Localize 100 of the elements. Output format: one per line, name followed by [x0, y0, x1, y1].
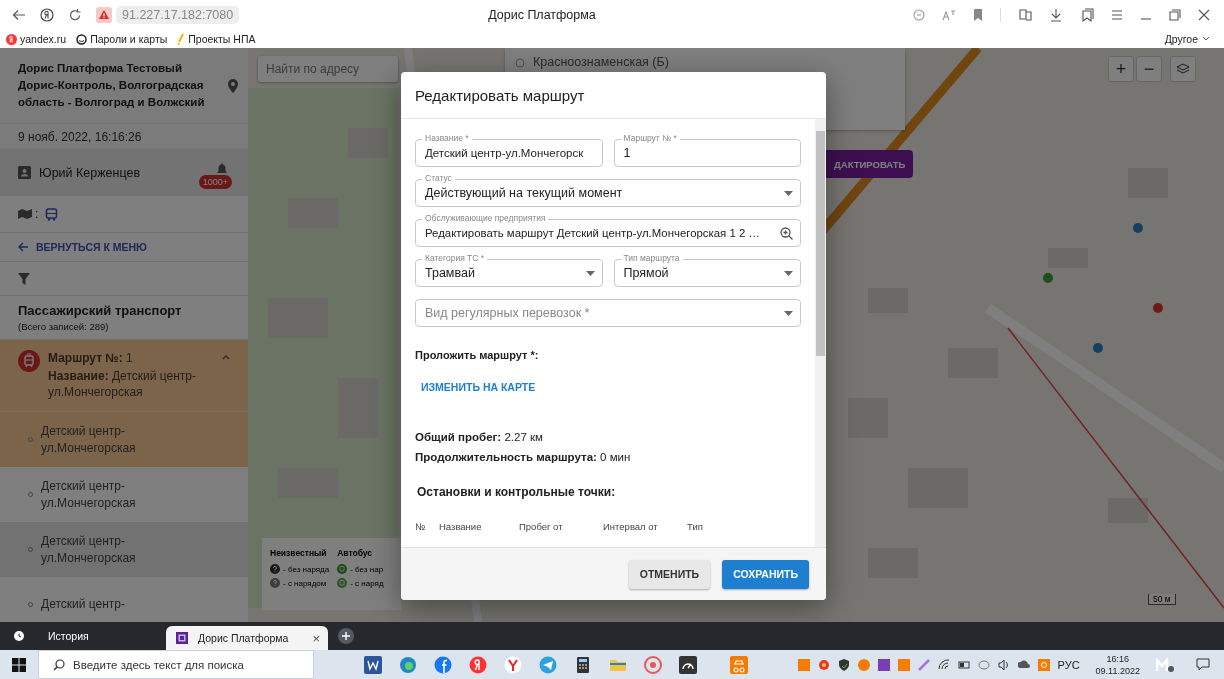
bookmark-icon[interactable]	[973, 9, 983, 21]
tray-icon[interactable]	[957, 658, 970, 671]
facebook-icon[interactable]	[434, 655, 452, 674]
history-link[interactable]: История	[48, 630, 89, 642]
stops-heading: Остановки и контрольные точки:	[417, 485, 617, 499]
clock-date[interactable]: 09.11.2022	[1095, 664, 1140, 677]
tray-icon[interactable]	[837, 658, 850, 671]
yandex-browser-icon[interactable]	[469, 655, 487, 674]
field-value: Детский центр-ул.Мончегорск	[425, 147, 585, 159]
zoom-out-button[interactable]: −	[1136, 56, 1162, 82]
edit-on-map-link[interactable]: ИЗМЕНИТЬ НА КАРТЕ	[421, 381, 536, 393]
user-card-icon	[18, 166, 31, 179]
tray-icon[interactable]	[997, 658, 1010, 671]
taskbar-search-field[interactable]: Введите здесь текст для поиска	[38, 650, 314, 679]
bookmark-link[interactable]: yandex.ru	[6, 33, 67, 45]
legend-label: - без нар	[350, 564, 384, 574]
bullet-icon	[28, 492, 33, 497]
field-label: Категория ТС *	[422, 253, 488, 264]
search-icon	[53, 658, 65, 671]
bookmark-link[interactable]: Пароли и карты	[76, 33, 168, 45]
back-icon[interactable]	[12, 8, 26, 22]
field-value: Действующий на текущий момент	[425, 186, 624, 200]
bell-icon[interactable]	[217, 163, 227, 175]
close-icon[interactable]	[1198, 9, 1210, 21]
bookmark-link[interactable]: Проекты НПА	[177, 33, 256, 45]
save-button[interactable]: СОХРАНИТЬ	[722, 559, 809, 589]
map-marker-icon[interactable]	[1093, 343, 1103, 353]
date-time: 9 нояб. 2022, 16:16:26	[18, 129, 142, 144]
app-icon	[176, 632, 188, 644]
tab-close-button[interactable]: ×	[312, 630, 320, 646]
calculator-icon[interactable]	[574, 655, 592, 674]
select-field[interactable]: Категория ТС * Трамвай	[415, 252, 603, 287]
map-marker-icon[interactable]	[1153, 303, 1163, 313]
zoom-in-search-icon[interactable]	[780, 226, 793, 240]
bookmarks-menu[interactable]: Другое	[1164, 33, 1198, 45]
filter-icon[interactable]	[18, 272, 30, 285]
edit-button[interactable]: ДАКТИРОВАТЬ	[826, 150, 914, 178]
map-icon[interactable]	[18, 208, 32, 220]
keyboard-language[interactable]: РУС	[1057, 658, 1080, 671]
browser-tab[interactable]: Дорис Платформа ×	[166, 626, 328, 650]
select-field[interactable]: Тип маршрута Прямой	[613, 252, 801, 287]
windows-icon[interactable]	[12, 657, 26, 672]
cards-icon[interactable]	[1018, 8, 1032, 22]
dialog-title: Редактировать маршрут	[415, 86, 585, 104]
search-field[interactable]: Обслуживающие предприятия Редактировать маршрут Детский центр-ул.Мончегорская 1 2 …	[415, 212, 801, 247]
incognito-icon[interactable]	[730, 655, 748, 674]
search-placeholder: Найти по адресу	[266, 62, 360, 76]
bus-icon[interactable]	[45, 207, 59, 221]
route-stat: Общий пробег: 2.27 км	[415, 431, 544, 443]
field-value: 1	[623, 146, 632, 160]
target-icon[interactable]	[644, 655, 662, 674]
organization-name: Дорис Платформа Тестовый Дорис-Контроль, Волгоградская область - Волгоград и Волжский	[18, 61, 206, 110]
yandex-icon[interactable]	[504, 655, 522, 674]
notification-icon[interactable]	[1196, 658, 1210, 671]
route-heading: Проложить маршрут *:	[415, 349, 540, 361]
reload-icon[interactable]	[68, 8, 82, 22]
records-count: (Всего записей: 289)	[18, 321, 109, 332]
back-arrow-icon	[18, 242, 28, 252]
map-marker-icon[interactable]	[1043, 273, 1053, 283]
field-value: Прямой	[623, 266, 670, 280]
history-icon[interactable]	[14, 631, 24, 641]
legend-label: - без наряда	[283, 564, 330, 574]
browser-logo-icon[interactable]	[40, 8, 54, 22]
notification-badge: 1000+	[198, 175, 232, 189]
restore-icon[interactable]	[1169, 9, 1181, 21]
download-icon[interactable]	[1049, 8, 1063, 22]
cancel-button[interactable]: ОТМЕНИТЬ	[628, 559, 711, 589]
map-marker-icon[interactable]	[1133, 223, 1143, 233]
tram-icon	[18, 350, 40, 372]
select-field[interactable]: Вид регулярных перевозок *	[415, 292, 801, 327]
column-header: Пробег от	[519, 521, 564, 532]
clock-time[interactable]: 16:16	[1106, 652, 1130, 665]
stop-item[interactable]: Детский центр-	[0, 577, 248, 622]
select-field[interactable]: Статус Действующий на текущий момент	[415, 172, 801, 207]
text-field[interactable]: Название * Детский центр-ул.Мончегорск	[415, 132, 603, 167]
zoom-in-button[interactable]: +	[1108, 56, 1134, 82]
chevron-up-icon[interactable]	[222, 354, 230, 360]
collections-icon[interactable]	[1080, 8, 1094, 22]
layers-icon[interactable]	[1176, 63, 1190, 75]
map-scale: 50 м	[1148, 594, 1176, 605]
telegram-icon[interactable]	[539, 655, 557, 674]
radio-icon[interactable]	[515, 58, 525, 68]
legend-label: - с наряд	[350, 578, 384, 588]
tray-icon[interactable]	[1017, 658, 1030, 671]
legend-title: Неизвестный	[270, 548, 328, 558]
word-icon[interactable]	[364, 655, 382, 674]
tray-icon[interactable]	[877, 658, 890, 671]
tray-icon[interactable]	[937, 658, 950, 671]
legend-title: Автобус	[337, 548, 374, 558]
stop-item[interactable]: Детский центр-ул.Мончегорская	[0, 467, 248, 522]
translate-icon[interactable]	[942, 9, 956, 21]
menu-icon[interactable]	[1111, 10, 1123, 20]
text-field[interactable]: Маршрут № * 1	[613, 132, 801, 167]
bus-icon	[337, 564, 348, 574]
new-tab-icon[interactable]	[338, 628, 354, 644]
field-label: Обслуживающие предприятия	[422, 213, 549, 224]
bullet-icon	[28, 547, 33, 552]
warning-icon[interactable]	[96, 7, 112, 23]
scrollbar[interactable]	[815, 119, 826, 547]
speedometer-icon[interactable]	[679, 655, 697, 674]
